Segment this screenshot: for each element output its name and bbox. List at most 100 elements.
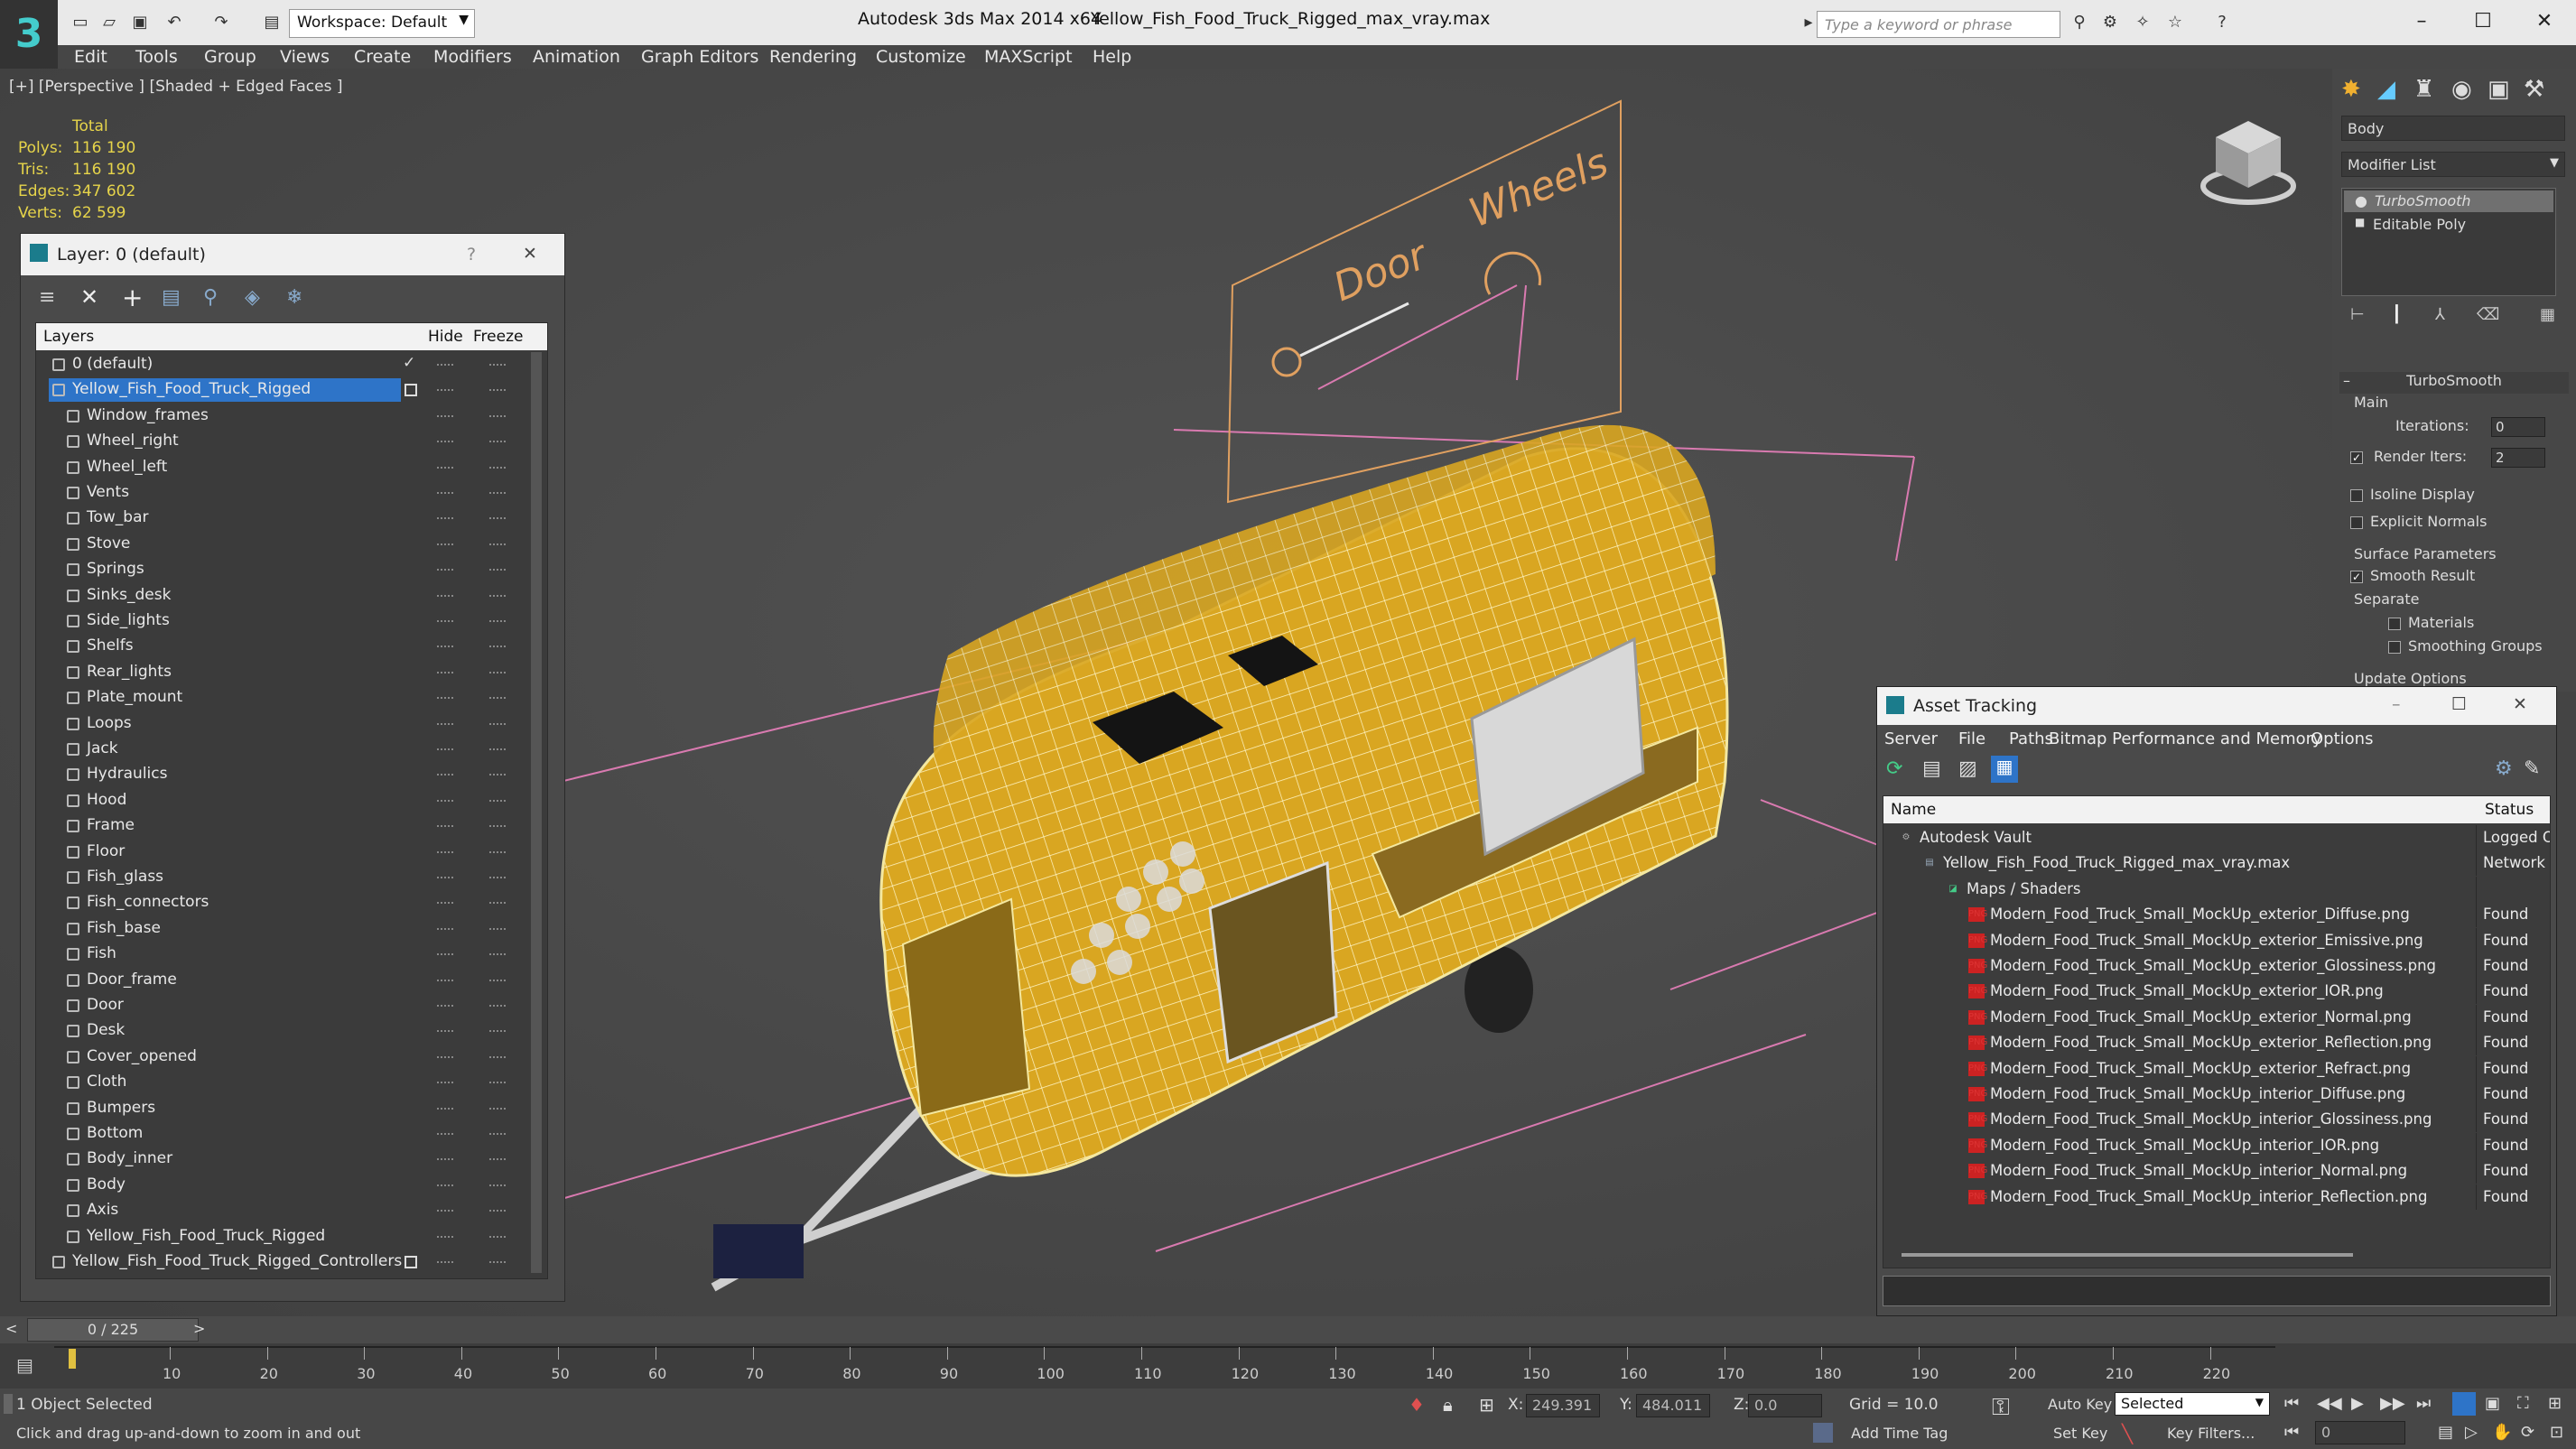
thumbnail-view-icon[interactable]: ▨ — [1958, 757, 1977, 780]
freeze-toggle[interactable] — [489, 1082, 506, 1084]
layer-row[interactable]: Fish_base — [36, 916, 547, 942]
freeze-all-icon[interactable]: ❄ — [286, 286, 302, 309]
asset-hscrollbar[interactable] — [1902, 1253, 2353, 1257]
maximize-viewport-icon[interactable]: ⊡ — [2550, 1423, 2563, 1442]
modifier-list-dropdown[interactable]: Modifier List ▼ — [2341, 152, 2565, 177]
absolute-mode-icon[interactable]: ⊞ — [1479, 1394, 1494, 1416]
list-view-icon[interactable]: ▤ — [1922, 757, 1941, 780]
remove-modifier-icon[interactable]: ⌫ — [2477, 305, 2499, 324]
freeze-toggle[interactable] — [489, 927, 506, 930]
freeze-toggle[interactable] — [489, 902, 506, 905]
display-tab-icon[interactable]: ▣ — [2488, 76, 2510, 103]
minimize-icon[interactable]: – — [2395, 5, 2449, 38]
go-to-start-icon[interactable]: ⏮ — [2284, 1394, 2299, 1413]
menu-create[interactable]: Create — [354, 47, 411, 67]
freeze-toggle[interactable] — [489, 825, 506, 828]
freeze-toggle[interactable] — [489, 799, 506, 802]
isolate-icon[interactable]: ♦ — [1409, 1394, 1425, 1416]
asset-row[interactable]: PNG Modern_Food_Truck_Small_MockUp_interi… — [1883, 1158, 2550, 1184]
set-key-icon[interactable]: ╲ — [2122, 1423, 2133, 1444]
freeze-toggle[interactable] — [489, 697, 506, 700]
menu-customize[interactable]: Customize — [876, 47, 966, 67]
zoom-icon[interactable] — [2452, 1392, 2476, 1416]
viewport-label[interactable]: [+] [Perspective ] [Shaded + Edged Faces… — [9, 78, 342, 96]
search-input[interactable]: Type a keyword or phrase — [1817, 11, 2060, 38]
asset-row[interactable]: PNG Modern_Food_Truck_Small_MockUp_exteri… — [1883, 953, 2550, 979]
freeze-toggle[interactable] — [489, 722, 506, 725]
asset-row[interactable]: PNG Modern_Food_Truck_Small_MockUp_exteri… — [1883, 979, 2550, 1005]
freeze-toggle[interactable] — [489, 569, 506, 571]
layer-row[interactable]: Door — [36, 993, 547, 1018]
pan-icon[interactable]: ✋ — [2492, 1423, 2512, 1442]
freeze-toggle[interactable] — [489, 748, 506, 750]
zoom-extents-icon[interactable]: ⛶ — [2517, 1394, 2529, 1413]
menu-modifiers[interactable]: Modifiers — [433, 47, 512, 67]
maximize-icon[interactable]: ☐ — [2456, 5, 2510, 38]
asset-tracking-titlebar[interactable]: Asset Tracking – ☐ ✕ — [1877, 687, 2556, 725]
freeze-toggle[interactable] — [489, 517, 506, 520]
hide-toggle[interactable] — [437, 543, 453, 545]
layer-row[interactable]: Body_inner — [36, 1147, 547, 1172]
smooth-result-checkbox[interactable]: ✓ — [2350, 570, 2363, 583]
hide-toggle[interactable] — [437, 441, 453, 443]
viewcube-icon[interactable] — [2194, 112, 2302, 211]
hide-toggle[interactable] — [437, 517, 453, 520]
render-iters-spinner[interactable]: 2 — [2491, 448, 2545, 468]
asset-row[interactable]: PNG Modern_Food_Truck_Small_MockUp_interi… — [1883, 1107, 2550, 1133]
show-end-result-icon[interactable]: ┃ — [2392, 305, 2402, 324]
layer-row[interactable]: Door_frame — [36, 968, 547, 993]
freeze-toggle[interactable] — [489, 1235, 506, 1238]
freeze-toggle[interactable] — [489, 1055, 506, 1058]
layer-row[interactable]: Axis — [36, 1198, 547, 1223]
active-layer-check-icon[interactable]: ✓ — [403, 354, 415, 372]
asset-row[interactable]: PNG Modern_Food_Truck_Small_MockUp_exteri… — [1883, 927, 2550, 953]
current-frame-field[interactable]: 0 — [2315, 1421, 2405, 1444]
close-icon[interactable]: ✕ — [2513, 694, 2527, 714]
freeze-toggle[interactable] — [489, 1107, 506, 1110]
materials-checkbox[interactable] — [2388, 617, 2401, 630]
freeze-toggle[interactable] — [489, 1184, 506, 1186]
hide-all-icon[interactable]: ◈ — [245, 286, 260, 309]
layer-row[interactable]: Shelfs — [36, 634, 547, 659]
layer-row[interactable]: Body — [36, 1173, 547, 1198]
asset-row[interactable]: PNG Modern_Food_Truck_Small_MockUp_interi… — [1883, 1132, 2550, 1158]
orbit-icon[interactable]: ⟳ — [2521, 1423, 2534, 1442]
time-prev-button[interactable]: < — [5, 1320, 17, 1337]
iterations-spinner[interactable]: 0 — [2491, 417, 2545, 437]
selection-lock-icon[interactable]: 🔒︎ — [1443, 1394, 1453, 1416]
key-icon[interactable]: ⚿ — [1992, 1394, 2010, 1422]
binoculars-icon[interactable]: ⚲ — [2068, 11, 2091, 34]
asset-menu-paths[interactable]: Paths — [2009, 729, 2053, 748]
layer-row[interactable]: Cover_opened — [36, 1045, 547, 1070]
freeze-toggle[interactable] — [489, 979, 506, 981]
hide-toggle[interactable] — [437, 697, 453, 700]
freeze-toggle[interactable] — [489, 646, 506, 648]
redo-icon[interactable]: ↷ — [209, 11, 233, 34]
column-layers[interactable]: Layers — [43, 328, 94, 346]
smooth-result-row[interactable]: ✓ Smooth Result — [2350, 567, 2576, 584]
next-frame-icon[interactable]: ▶▶ — [2380, 1394, 2405, 1413]
prev-frame-icon[interactable]: ◀◀ — [2317, 1394, 2342, 1413]
layer-row[interactable]: 0 (default) ✓ — [36, 352, 547, 377]
column-freeze[interactable]: Freeze — [473, 328, 523, 346]
utilities-tab-icon[interactable]: ⚒ — [2524, 76, 2544, 103]
project-folder-icon[interactable]: ▤ — [260, 11, 284, 34]
layer-row[interactable]: Hydraulics — [36, 762, 547, 787]
hierarchy-tab-icon[interactable]: ♜ — [2413, 76, 2434, 103]
new-file-icon[interactable]: ▭ — [69, 11, 92, 34]
layer-row[interactable]: Stove — [36, 532, 547, 557]
key-mode-icon[interactable]: ⏮ — [2284, 1423, 2299, 1442]
hide-toggle[interactable] — [437, 927, 453, 930]
asset-row[interactable]: PNG Modern_Food_Truck_Small_MockUp_exteri… — [1883, 902, 2550, 928]
hide-toggle[interactable] — [437, 748, 453, 750]
hide-toggle[interactable] — [437, 1055, 453, 1058]
asset-row[interactable]: ⚙ Autodesk Vault Logged O — [1883, 825, 2550, 850]
turbosmooth-rollout-header[interactable]: – TurboSmooth — [2339, 372, 2569, 394]
freeze-toggle[interactable] — [489, 364, 506, 366]
open-file-icon[interactable]: ▱ — [98, 11, 121, 34]
fov-icon[interactable]: ▷ — [2465, 1423, 2478, 1442]
hide-toggle[interactable] — [437, 646, 453, 648]
key-filters-button[interactable]: Key Filters... — [2167, 1425, 2255, 1442]
freeze-toggle[interactable] — [489, 953, 506, 956]
subscription-icon[interactable]: ⚙ — [2098, 11, 2122, 34]
